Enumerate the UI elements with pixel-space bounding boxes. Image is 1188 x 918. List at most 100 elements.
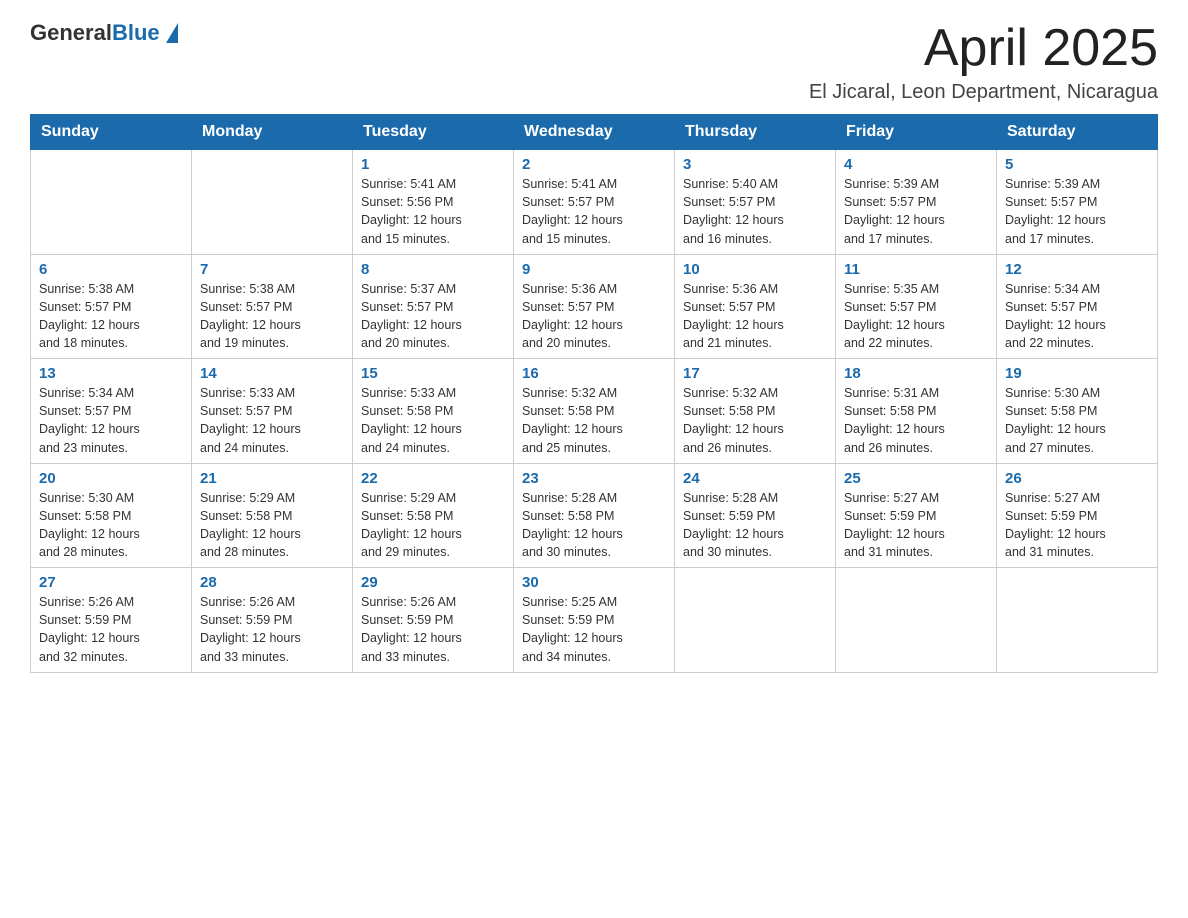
column-header-thursday: Thursday	[675, 115, 836, 150]
calendar-cell: 19 Sunrise: 5:30 AM Sunset: 5:58 PM Dayli…	[997, 359, 1158, 464]
calendar-cell: 12 Sunrise: 5:34 AM Sunset: 5:57 PM Dayli…	[997, 254, 1158, 359]
day-info: Sunrise: 5:37 AM Sunset: 5:57 PM Dayligh…	[361, 280, 505, 353]
day-info: Sunrise: 5:27 AM Sunset: 5:59 PM Dayligh…	[1005, 489, 1149, 562]
day-info: Sunrise: 5:28 AM Sunset: 5:58 PM Dayligh…	[522, 489, 666, 562]
day-number: 14	[200, 365, 344, 382]
day-info: Sunrise: 5:41 AM Sunset: 5:56 PM Dayligh…	[361, 175, 505, 248]
column-header-friday: Friday	[836, 115, 997, 150]
calendar-cell: 20 Sunrise: 5:30 AM Sunset: 5:58 PM Dayli…	[31, 463, 192, 568]
day-info: Sunrise: 5:41 AM Sunset: 5:57 PM Dayligh…	[522, 175, 666, 248]
day-number: 30	[522, 574, 666, 591]
column-header-wednesday: Wednesday	[514, 115, 675, 150]
day-info: Sunrise: 5:30 AM Sunset: 5:58 PM Dayligh…	[39, 489, 183, 562]
calendar-cell	[31, 150, 192, 255]
calendar-week-row: 20 Sunrise: 5:30 AM Sunset: 5:58 PM Dayli…	[31, 463, 1158, 568]
day-info: Sunrise: 5:39 AM Sunset: 5:57 PM Dayligh…	[1005, 175, 1149, 248]
day-info: Sunrise: 5:31 AM Sunset: 5:58 PM Dayligh…	[844, 384, 988, 457]
day-info: Sunrise: 5:25 AM Sunset: 5:59 PM Dayligh…	[522, 593, 666, 666]
day-info: Sunrise: 5:36 AM Sunset: 5:57 PM Dayligh…	[522, 280, 666, 353]
day-info: Sunrise: 5:34 AM Sunset: 5:57 PM Dayligh…	[1005, 280, 1149, 353]
logo-text: GeneralBlue	[30, 20, 160, 46]
day-number: 9	[522, 261, 666, 278]
day-number: 29	[361, 574, 505, 591]
calendar-cell	[192, 150, 353, 255]
calendar-cell: 27Sunrise: 5:26 AM Sunset: 5:59 PM Dayli…	[31, 568, 192, 673]
day-info: Sunrise: 5:34 AM Sunset: 5:57 PM Dayligh…	[39, 384, 183, 457]
calendar-cell: 23Sunrise: 5:28 AM Sunset: 5:58 PM Dayli…	[514, 463, 675, 568]
calendar-cell: 25 Sunrise: 5:27 AM Sunset: 5:59 PM Dayli…	[836, 463, 997, 568]
calendar-title: April 2025	[809, 20, 1158, 77]
day-number: 10	[683, 261, 827, 278]
day-number: 28	[200, 574, 344, 591]
calendar-cell: 30 Sunrise: 5:25 AM Sunset: 5:59 PM Dayli…	[514, 568, 675, 673]
day-info: Sunrise: 5:26 AM Sunset: 5:59 PM Dayligh…	[200, 593, 344, 666]
calendar-cell: 13Sunrise: 5:34 AM Sunset: 5:57 PM Dayli…	[31, 359, 192, 464]
calendar-week-row: 1 Sunrise: 5:41 AM Sunset: 5:56 PM Daylig…	[31, 150, 1158, 255]
calendar-cell	[997, 568, 1158, 673]
day-number: 12	[1005, 261, 1149, 278]
day-info: Sunrise: 5:27 AM Sunset: 5:59 PM Dayligh…	[844, 489, 988, 562]
day-info: Sunrise: 5:29 AM Sunset: 5:58 PM Dayligh…	[200, 489, 344, 562]
day-number: 1	[361, 156, 505, 173]
calendar-cell: 4 Sunrise: 5:39 AM Sunset: 5:57 PM Daylig…	[836, 150, 997, 255]
day-info: Sunrise: 5:39 AM Sunset: 5:57 PM Dayligh…	[844, 175, 988, 248]
calendar-week-row: 13Sunrise: 5:34 AM Sunset: 5:57 PM Dayli…	[31, 359, 1158, 464]
calendar-cell: 14 Sunrise: 5:33 AM Sunset: 5:57 PM Dayli…	[192, 359, 353, 464]
calendar-cell: 18 Sunrise: 5:31 AM Sunset: 5:58 PM Dayli…	[836, 359, 997, 464]
calendar-cell: 24Sunrise: 5:28 AM Sunset: 5:59 PM Dayli…	[675, 463, 836, 568]
day-number: 16	[522, 365, 666, 382]
day-number: 25	[844, 470, 988, 487]
day-number: 18	[844, 365, 988, 382]
logo-general: General	[30, 20, 112, 45]
calendar-cell: 15Sunrise: 5:33 AM Sunset: 5:58 PM Dayli…	[353, 359, 514, 464]
logo-blue-text: Blue	[112, 20, 160, 45]
calendar-cell: 9 Sunrise: 5:36 AM Sunset: 5:57 PM Daylig…	[514, 254, 675, 359]
logo: GeneralBlue	[30, 20, 178, 46]
day-info: Sunrise: 5:40 AM Sunset: 5:57 PM Dayligh…	[683, 175, 827, 248]
column-header-sunday: Sunday	[31, 115, 192, 150]
day-info: Sunrise: 5:38 AM Sunset: 5:57 PM Dayligh…	[200, 280, 344, 353]
calendar-cell: 2 Sunrise: 5:41 AM Sunset: 5:57 PM Daylig…	[514, 150, 675, 255]
calendar-cell: 17 Sunrise: 5:32 AM Sunset: 5:58 PM Dayli…	[675, 359, 836, 464]
day-number: 4	[844, 156, 988, 173]
day-number: 19	[1005, 365, 1149, 382]
column-header-saturday: Saturday	[997, 115, 1158, 150]
calendar-cell: 16 Sunrise: 5:32 AM Sunset: 5:58 PM Dayli…	[514, 359, 675, 464]
calendar-cell: 6 Sunrise: 5:38 AM Sunset: 5:57 PM Daylig…	[31, 254, 192, 359]
day-number: 11	[844, 261, 988, 278]
calendar-cell: 1 Sunrise: 5:41 AM Sunset: 5:56 PM Daylig…	[353, 150, 514, 255]
day-info: Sunrise: 5:36 AM Sunset: 5:57 PM Dayligh…	[683, 280, 827, 353]
calendar-table: SundayMondayTuesdayWednesdayThursdayFrid…	[30, 114, 1158, 673]
day-number: 17	[683, 365, 827, 382]
calendar-cell: 8 Sunrise: 5:37 AM Sunset: 5:57 PM Daylig…	[353, 254, 514, 359]
day-info: Sunrise: 5:32 AM Sunset: 5:58 PM Dayligh…	[522, 384, 666, 457]
calendar-subtitle: El Jicaral, Leon Department, Nicaragua	[809, 81, 1158, 104]
day-number: 2	[522, 156, 666, 173]
day-number: 7	[200, 261, 344, 278]
day-info: Sunrise: 5:35 AM Sunset: 5:57 PM Dayligh…	[844, 280, 988, 353]
day-number: 15	[361, 365, 505, 382]
calendar-cell: 11 Sunrise: 5:35 AM Sunset: 5:57 PM Dayli…	[836, 254, 997, 359]
calendar-cell: 5Sunrise: 5:39 AM Sunset: 5:57 PM Daylig…	[997, 150, 1158, 255]
calendar-header-row: SundayMondayTuesdayWednesdayThursdayFrid…	[31, 115, 1158, 150]
calendar-cell: 28 Sunrise: 5:26 AM Sunset: 5:59 PM Dayli…	[192, 568, 353, 673]
calendar-cell: 29Sunrise: 5:26 AM Sunset: 5:59 PM Dayli…	[353, 568, 514, 673]
column-header-tuesday: Tuesday	[353, 115, 514, 150]
calendar-week-row: 6 Sunrise: 5:38 AM Sunset: 5:57 PM Daylig…	[31, 254, 1158, 359]
page-header: GeneralBlue April 2025 El Jicaral, Leon …	[30, 20, 1158, 104]
day-info: Sunrise: 5:33 AM Sunset: 5:57 PM Dayligh…	[200, 384, 344, 457]
calendar-cell: 7 Sunrise: 5:38 AM Sunset: 5:57 PM Daylig…	[192, 254, 353, 359]
day-number: 20	[39, 470, 183, 487]
day-info: Sunrise: 5:38 AM Sunset: 5:57 PM Dayligh…	[39, 280, 183, 353]
logo-triangle-icon	[166, 23, 178, 43]
day-number: 22	[361, 470, 505, 487]
calendar-cell: 26 Sunrise: 5:27 AM Sunset: 5:59 PM Dayli…	[997, 463, 1158, 568]
title-block: April 2025 El Jicaral, Leon Department, …	[809, 20, 1158, 104]
column-header-monday: Monday	[192, 115, 353, 150]
day-info: Sunrise: 5:32 AM Sunset: 5:58 PM Dayligh…	[683, 384, 827, 457]
day-number: 26	[1005, 470, 1149, 487]
day-number: 6	[39, 261, 183, 278]
day-number: 3	[683, 156, 827, 173]
day-number: 8	[361, 261, 505, 278]
day-info: Sunrise: 5:30 AM Sunset: 5:58 PM Dayligh…	[1005, 384, 1149, 457]
